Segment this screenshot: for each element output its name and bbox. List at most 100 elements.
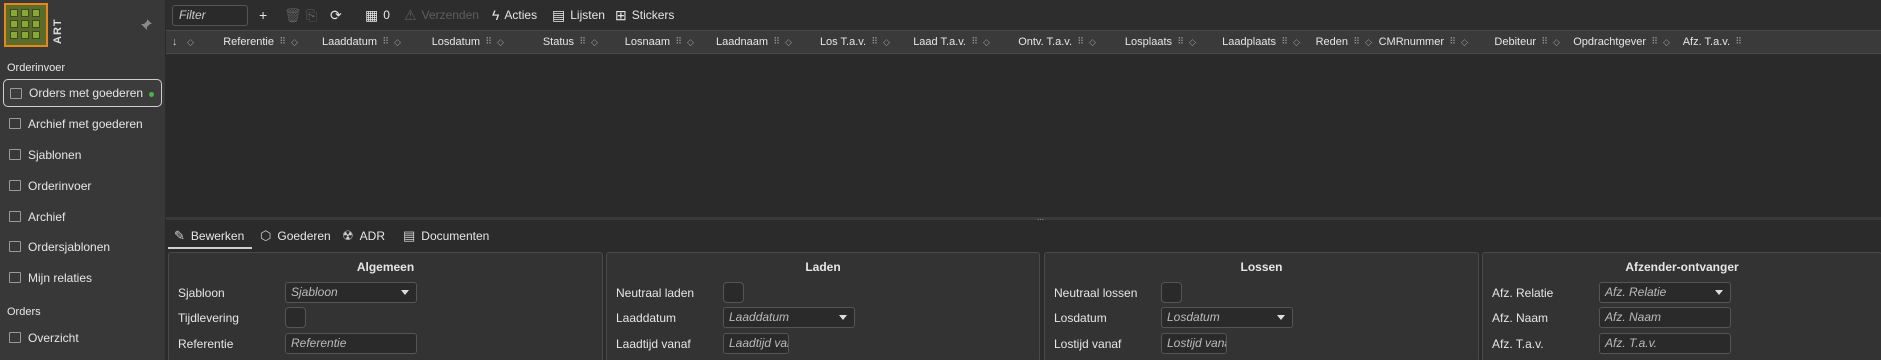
neutraal-laden-checkbox[interactable] — [723, 282, 744, 303]
tijdlevering-label: Tijdlevering — [178, 311, 239, 325]
sidebar-item-archief[interactable]: Archief — [3, 203, 162, 231]
panel-title: Algemeen — [356, 260, 415, 274]
column-debiteur[interactable]: ◇ Debiteur ⠿ — [1458, 31, 1550, 53]
afz-naam-input[interactable]: Afz. Naam — [1599, 307, 1731, 328]
tab-documenten[interactable]: ▤ Documenten — [403, 226, 489, 246]
trash-icon: 🗑 — [284, 7, 302, 23]
panel-title: Afzender-ontvanger — [1625, 260, 1739, 274]
column-ontv-tav[interactable]: ◇ Ontv. T.a.v. ⠿ — [980, 31, 1086, 53]
app-logo — [4, 3, 48, 47]
losdatum-picker[interactable]: Losdatum — [1161, 307, 1293, 328]
column-los-tav[interactable]: ◇ Los T.a.v. ⠿ — [782, 31, 880, 53]
tab-adr[interactable]: ☢ ADR — [342, 226, 385, 246]
tijdlevering-checkbox[interactable] — [285, 307, 306, 328]
sidebar-item-overzicht[interactable]: Overzicht — [3, 324, 162, 352]
sidebar-item-mijn-relaties[interactable]: Mijn relaties — [3, 264, 162, 292]
column-reden[interactable]: ◇ Reden ⠿ — [1290, 31, 1362, 53]
referentie-label: Referentie — [178, 337, 234, 351]
drag-handle-icon[interactable]: ⠿ — [279, 36, 286, 47]
column-laad-tav[interactable]: ◇ Laad T.a.v. ⠿ — [880, 31, 980, 53]
template-icon — [9, 149, 21, 160]
drag-handle-icon[interactable]: ⠿ — [971, 36, 978, 47]
sidebar-item-sjablonen[interactable]: Sjablonen — [3, 141, 162, 169]
drag-handle-icon[interactable]: ⠿ — [773, 36, 780, 47]
drag-handle-icon[interactable]: ⠿ — [1177, 36, 1184, 47]
drag-handle-icon[interactable]: ⠿ — [1077, 36, 1084, 47]
afz-relatie-select[interactable]: Afz. Relatie — [1599, 282, 1731, 303]
lostijd-input[interactable]: Lostijd vanε — [1161, 333, 1227, 354]
column-status[interactable]: ◇ Status ⠿ — [494, 31, 588, 53]
toolbar: Filter + 🗑 ⎘ ⟳ ▦ 0 ⚠ Verzenden ϟ Acties … — [166, 0, 1881, 30]
panel-laden: Laden Neutraal laden Laaddatum Laaddatum… — [606, 252, 1040, 360]
drag-handle-icon[interactable]: ⠿ — [1541, 36, 1548, 47]
drag-handle-icon[interactable]: ⠿ — [485, 36, 492, 47]
lists-button[interactable]: ▤ Lijsten — [552, 6, 605, 24]
drag-handle-icon[interactable]: ⠿ — [1449, 36, 1456, 47]
sidebar-item-orders-met-goederen[interactable]: Orders met goederen — [3, 79, 162, 107]
send-button[interactable]: ⚠ Verzenden — [404, 6, 479, 24]
sidebar-item-orderinvoer[interactable]: Orderinvoer — [3, 172, 162, 200]
pin-icon[interactable] — [139, 18, 153, 32]
sidebar-item-label: Sjablonen — [28, 148, 82, 162]
lists-label: Lijsten — [570, 8, 605, 22]
column-afz-tav[interactable]: ◇ Afz. T.a.v. ⠿ — [1660, 31, 1744, 53]
sjabloon-select[interactable]: Sjabloon — [285, 282, 417, 303]
sidebar-item-label: Archief met goederen — [28, 117, 143, 131]
sidebar-item-ordersjablonen[interactable]: Ordersjablonen — [3, 233, 162, 261]
stickers-button[interactable]: ⊞ Stickers — [615, 6, 674, 24]
neutraal-lossen-checkbox[interactable] — [1161, 282, 1182, 303]
drag-handle-icon[interactable]: ⠿ — [1735, 36, 1742, 47]
column-laaddatum[interactable]: ◇ Laaddatum ⠿ — [288, 31, 391, 53]
sidebar-item-label: Orders met goederen — [29, 86, 144, 100]
column-cmrnummer[interactable]: ◇ CMRnummer ⠿ — [1362, 31, 1458, 53]
lostijd-label: Lostijd vanaf — [1054, 337, 1122, 351]
laaddatum-label: Laaddatum — [616, 311, 677, 325]
chevron-down-icon — [1277, 315, 1285, 320]
tab-bewerken[interactable]: ✎ Bewerken — [174, 226, 244, 246]
detail-tabs: ✎ Bewerken ⬡ Goederen ☢ ADR ▤ Documenten — [166, 222, 1881, 249]
refresh-button[interactable]: ⟳ — [330, 6, 342, 24]
document-icon: ▤ — [552, 7, 566, 23]
drag-handle-icon[interactable]: ⠿ — [1353, 36, 1360, 47]
add-button[interactable]: + — [259, 6, 267, 24]
drag-handle-icon[interactable]: ⠿ — [579, 36, 586, 47]
column-losdatum[interactable]: ◇ Losdatum ⠿ — [391, 31, 494, 53]
section-orderinvoer: Orderinvoer — [7, 62, 66, 74]
afz-tav-input[interactable]: Afz. T.a.v. — [1599, 333, 1731, 354]
drag-handle-icon[interactable]: ⠿ — [871, 36, 878, 47]
column-opdrachtgever[interactable]: ◇ Opdrachtgever ⠿ — [1550, 31, 1660, 53]
grid-body[interactable] — [166, 54, 1881, 217]
column-laadplaats[interactable]: ◇ Laadplaats ⠿ — [1186, 31, 1290, 53]
selection-count[interactable]: ▦ 0 — [365, 6, 390, 24]
actions-button[interactable]: ϟ Acties — [492, 6, 537, 24]
send-label: Verzenden — [421, 8, 479, 22]
pane-splitter[interactable]: ⋯ — [166, 217, 1881, 224]
active-tab-indicator — [168, 247, 252, 249]
column-losnaam[interactable]: ◇ Losnaam ⠿ — [588, 31, 684, 53]
column-losplaats[interactable]: ◇ Losplaats ⠿ — [1086, 31, 1186, 53]
column-laadnaam[interactable]: ◇ Laadnaam ⠿ — [684, 31, 782, 53]
column-referentie[interactable]: ◇ Referentie ⠿ — [184, 31, 288, 53]
template-icon — [9, 241, 21, 252]
laaddatum-picker[interactable]: Laaddatum — [723, 307, 855, 328]
drag-handle-icon[interactable]: ⠿ — [1651, 36, 1658, 47]
chevron-down-icon — [1715, 290, 1723, 295]
sort-direction-icon[interactable]: ↓ — [172, 36, 178, 48]
afz-relatie-label: Afz. Relatie — [1492, 286, 1554, 300]
neutraal-laden-label: Neutraal laden — [616, 286, 695, 300]
panel-afzender-ontvanger: Afzender-ontvanger Afz. Relatie Afz. Rel… — [1482, 252, 1881, 360]
drag-handle-icon[interactable]: ⠿ — [1281, 36, 1288, 47]
filter-input[interactable]: Filter — [172, 5, 248, 26]
grid-header: ↓ ◇ Referentie ⠿ ◇ Laaddatum ⠿ ◇ Losdatum ⠿ ◇ S… — [166, 30, 1881, 54]
laadtijd-input[interactable]: Laadtijd var — [723, 333, 789, 354]
drag-handle-icon[interactable]: ⠿ — [382, 36, 389, 47]
copy-button[interactable]: ⎘ — [306, 6, 317, 24]
tab-goederen-label[interactable]: ⬡ Goederen — [260, 226, 331, 246]
referentie-input[interactable]: Referentie — [285, 333, 417, 354]
actions-label: Acties — [504, 8, 538, 22]
delete-button[interactable]: 🗑 — [284, 6, 302, 24]
pencil-icon: ✎ — [174, 228, 185, 243]
drag-handle-icon[interactable]: ⠿ — [675, 36, 682, 47]
bolt-icon: ϟ — [492, 7, 500, 23]
sidebar-item-archief-met-goederen[interactable]: Archief met goederen — [3, 110, 162, 138]
